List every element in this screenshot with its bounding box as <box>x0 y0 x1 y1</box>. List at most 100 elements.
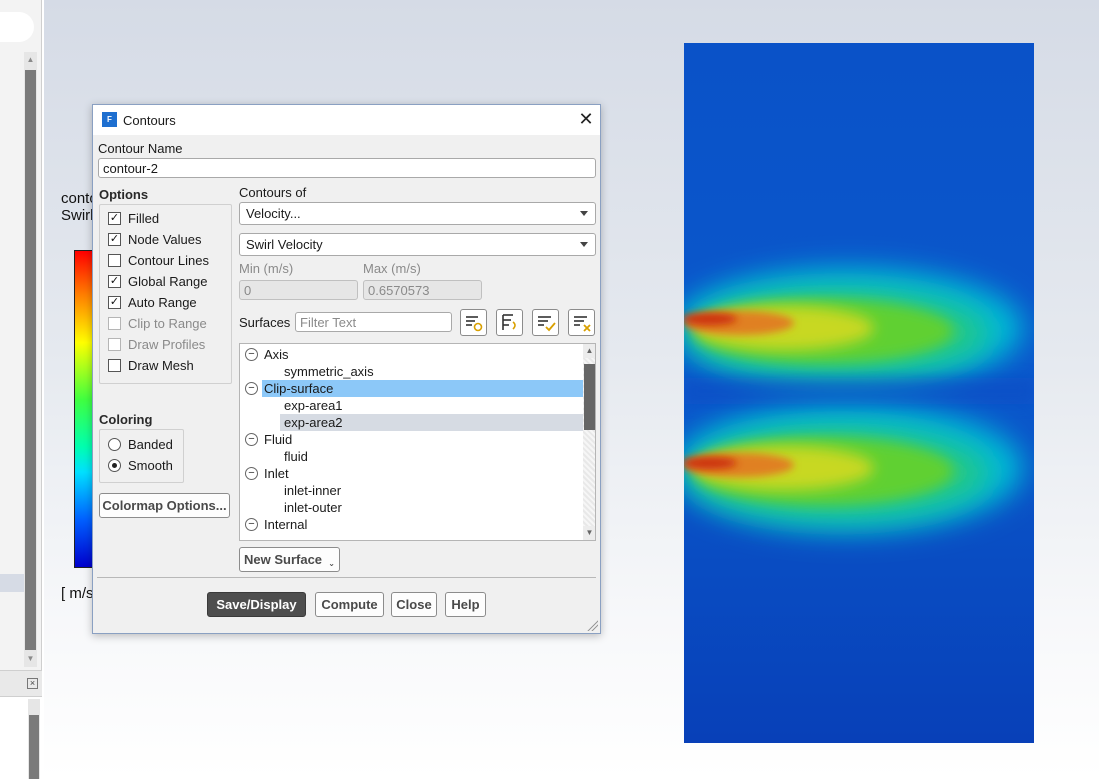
options-heading: Options <box>99 187 149 202</box>
chevron-down-icon <box>580 211 588 216</box>
tree-label: Internal <box>264 517 308 532</box>
radio[interactable] <box>108 458 121 472</box>
coloring-banded[interactable]: Banded <box>108 435 173 453</box>
tree-group-axis[interactable]: − Axis <box>240 346 583 363</box>
search-pill[interactable] <box>0 12 34 42</box>
filter-new-icon[interactable] <box>460 309 487 336</box>
checkbox[interactable]: ✓ <box>108 274 121 288</box>
tree-item-exp-area2[interactable]: exp-area2 <box>240 414 583 431</box>
deselect-all-icon[interactable] <box>568 309 595 336</box>
contours-of-dropdown[interactable]: Velocity... <box>239 202 596 225</box>
scroll-thumb[interactable] <box>584 364 595 430</box>
axis-band <box>684 378 1034 404</box>
tree-item-symmetric-axis[interactable]: symmetric_axis <box>240 363 583 380</box>
checkbox[interactable]: ✓ <box>108 211 121 225</box>
tree-group-inlet[interactable]: − Inlet <box>240 465 583 482</box>
collapse-icon[interactable]: − <box>245 467 258 480</box>
tree-highlight[interactable] <box>0 574 24 592</box>
lower-jet <box>684 404 1024 532</box>
dialog-separator <box>97 577 596 578</box>
upper-jet <box>684 268 1024 388</box>
radio[interactable] <box>108 437 121 451</box>
tree-group-fluid[interactable]: − Fluid <box>240 431 583 448</box>
tree-item-inlet-inner[interactable]: inlet-inner <box>240 482 583 499</box>
button-label: New Surface <box>244 552 323 567</box>
option-label: Draw Mesh <box>128 357 194 373</box>
new-surface-button[interactable]: New Surface ⌄ <box>239 547 340 572</box>
option-draw-mesh[interactable]: Draw Mesh <box>108 356 194 374</box>
tree-label: exp-area1 <box>284 398 343 413</box>
contour-name-input[interactable]: contour-2 <box>98 158 596 178</box>
option-label: Contour Lines <box>128 252 209 268</box>
collapse-icon[interactable]: − <box>245 433 258 446</box>
scroll-down-icon[interactable]: ▼ <box>583 526 595 540</box>
option-node-values[interactable]: ✓ Node Values <box>108 230 201 248</box>
tree-label: Inlet <box>264 466 289 481</box>
max-label: Max (m/s) <box>363 261 421 276</box>
surfaces-label: Surfaces <box>239 315 291 330</box>
tree-group-internal[interactable]: − Internal <box>240 516 583 533</box>
close-button[interactable]: Close <box>391 592 437 617</box>
colormap-legend <box>74 250 94 568</box>
option-draw-profiles: Draw Profiles <box>108 335 205 353</box>
tree-label: inlet-outer <box>284 500 342 515</box>
scroll-thumb[interactable] <box>29 715 39 779</box>
scroll-thumb[interactable] <box>25 70 36 650</box>
option-auto-range[interactable]: ✓ Auto Range <box>108 293 197 311</box>
chevron-down-icon: ⌄ <box>328 559 335 568</box>
tree-item-inlet-outer[interactable]: inlet-outer <box>240 499 583 516</box>
scroll-down-icon[interactable]: ▼ <box>24 651 37 667</box>
checkbox[interactable]: ✓ <box>108 295 121 309</box>
contours-of-label: Contours of <box>239 185 307 200</box>
left-scrollbar[interactable]: ▲ ▼ <box>24 52 37 667</box>
surfaces-tree[interactable]: − Axis symmetric_axis − Clip-surface exp-a… <box>239 343 596 541</box>
collapse-icon[interactable]: − <box>245 382 258 395</box>
tree-label: Fluid <box>264 432 293 447</box>
option-filled[interactable]: ✓ Filled <box>108 209 159 227</box>
option-clip-to-range: Clip to Range <box>108 314 207 332</box>
select-all-icon[interactable] <box>532 309 559 336</box>
console-panel: × <box>0 670 42 779</box>
checkbox[interactable]: ✓ <box>108 232 121 246</box>
dialog-titlebar[interactable]: F Contours ✕ <box>93 105 600 135</box>
tree-item-fluid[interactable]: fluid <box>240 448 583 465</box>
scroll-up-icon[interactable]: ▲ <box>24 52 37 68</box>
tree-item-exp-area1[interactable]: exp-area1 <box>240 397 583 414</box>
min-label: Min (m/s) <box>239 261 294 276</box>
dialog-title: Contours <box>123 113 176 128</box>
checkbox[interactable] <box>108 358 121 372</box>
coloring-group: Banded Smooth <box>99 429 184 483</box>
contours-sub-dropdown[interactable]: Swirl Velocity <box>239 233 596 256</box>
contour-plot[interactable] <box>684 43 1034 743</box>
colormap-options-button[interactable]: Colormap Options... <box>99 493 230 518</box>
option-label: Auto Range <box>128 294 197 310</box>
surface-filter-input[interactable]: Filter Text <box>295 312 452 332</box>
console-scrollbar[interactable] <box>28 699 40 779</box>
contour-name-label: Contour Name <box>98 141 183 156</box>
tree-group-clip-surface[interactable]: − Clip-surface <box>240 380 583 397</box>
option-contour-lines[interactable]: Contour Lines <box>108 251 209 269</box>
collapse-icon[interactable]: − <box>245 348 258 361</box>
option-label: Filled <box>128 210 160 226</box>
coloring-smooth[interactable]: Smooth <box>108 456 173 474</box>
fluent-app-icon: F <box>102 112 117 127</box>
option-global-range[interactable]: ✓ Global Range <box>108 272 208 290</box>
left-panel: ▲ ▼ × <box>0 0 42 779</box>
option-label: Global Range <box>128 273 208 289</box>
save-display-button[interactable]: Save/Display <box>207 592 306 617</box>
close-icon[interactable]: × <box>27 678 38 689</box>
options-group: ✓ Filled ✓ Node Values Contour Lines ✓ Glob… <box>99 204 232 384</box>
close-icon[interactable]: ✕ <box>576 109 596 129</box>
tree-scrollbar[interactable]: ▲ ▼ <box>583 344 595 540</box>
dropdown-value: Velocity... <box>246 206 301 221</box>
filter-flip-icon[interactable] <box>496 309 523 336</box>
option-label: Draw Profiles <box>128 336 206 352</box>
help-button[interactable]: Help <box>445 592 486 617</box>
option-label: Node Values <box>128 231 202 247</box>
compute-button[interactable]: Compute <box>315 592 384 617</box>
collapse-icon[interactable]: − <box>245 518 258 531</box>
resize-grip-icon[interactable] <box>586 619 598 631</box>
scroll-up-icon[interactable]: ▲ <box>583 344 595 358</box>
checkbox[interactable] <box>108 253 121 267</box>
tree-label: exp-area2 <box>280 414 583 431</box>
